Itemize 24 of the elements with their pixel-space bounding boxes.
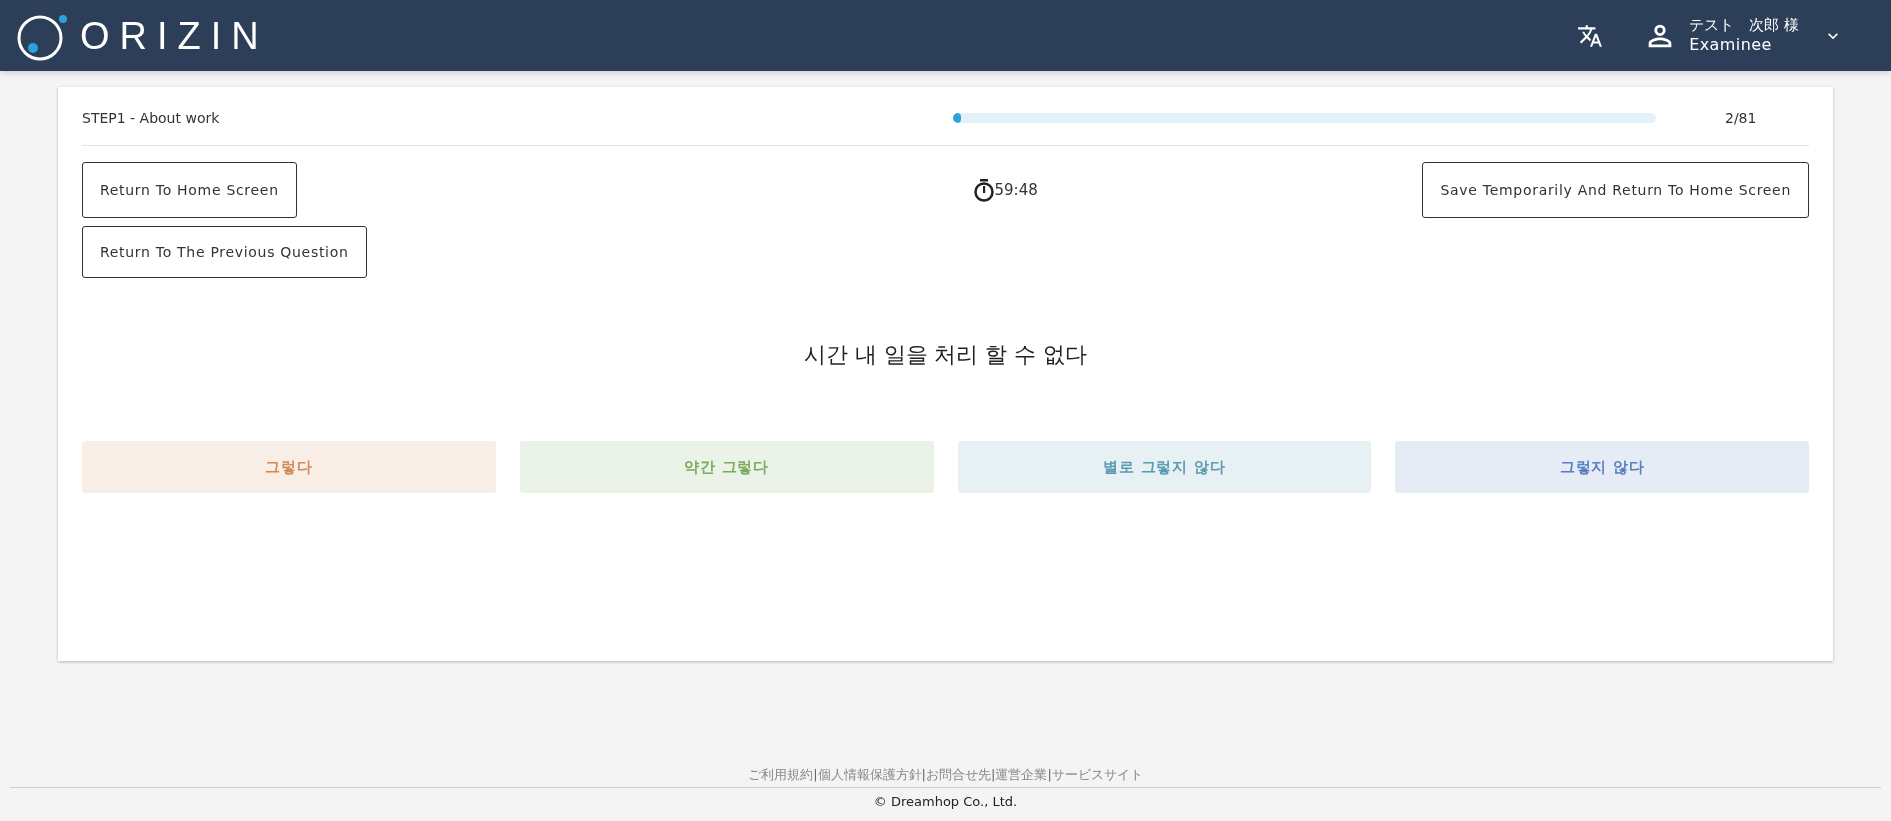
answer-option[interactable]: 별로 그렇지 않다 xyxy=(957,441,1372,493)
user-name: テスト 次郎 様 xyxy=(1689,16,1799,35)
progress-count: 2/81 xyxy=(1725,108,1757,128)
question-text: 시간 내 일을 처리 할 수 없다 xyxy=(803,341,1088,369)
separator-text: | xyxy=(991,766,996,784)
separator-text: | xyxy=(813,766,818,784)
save-and-return-button[interactable]: Save Temporarily And Return To Home Screen xyxy=(1422,162,1809,218)
copyright-text: © Dreamhop Co., Ltd. xyxy=(873,792,1018,811)
previous-question-button[interactable]: Return To The Previous Question xyxy=(82,226,367,278)
answer-option[interactable]: 약간 그렇다 xyxy=(519,441,934,493)
timer-text: 59:48 xyxy=(994,179,1038,201)
logo-text: ORIZIN xyxy=(80,16,269,55)
stopwatch-icon xyxy=(972,178,995,202)
footer-link[interactable]: ご利用規約 xyxy=(748,765,814,785)
footer-link[interactable]: 運営企業 xyxy=(995,765,1048,785)
separator-text: | xyxy=(1047,766,1052,784)
answer-option[interactable]: 그렇지 않다 xyxy=(1395,441,1809,493)
separator-text: | xyxy=(921,766,926,784)
step-label: STEP1 - About work xyxy=(82,108,221,128)
answer-option[interactable]: 그렇다 xyxy=(82,441,496,493)
return-home-button[interactable]: Return To Home Screen xyxy=(82,162,297,218)
translate-icon[interactable] xyxy=(1577,22,1604,49)
user-role: Examinee xyxy=(1689,34,1773,55)
footer-link[interactable]: お問合せ先 xyxy=(926,765,991,785)
